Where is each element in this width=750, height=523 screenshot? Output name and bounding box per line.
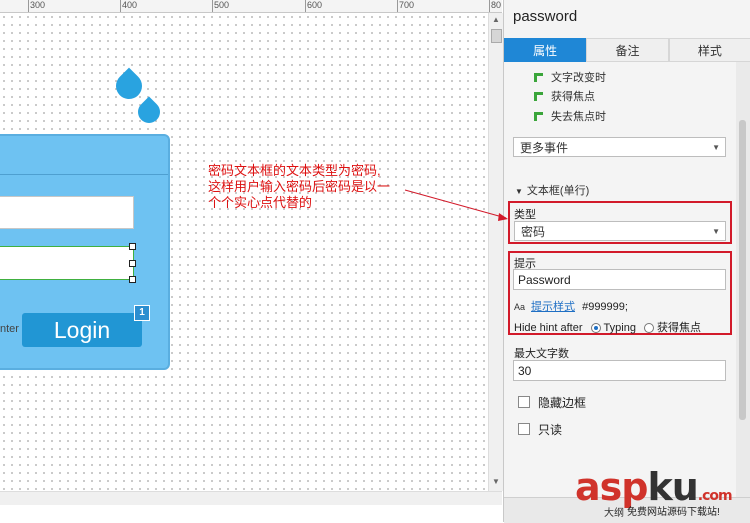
ruler-label: 500 bbox=[214, 0, 230, 10]
watermark-part: .com bbox=[697, 488, 733, 504]
event-label: 失去焦点时 bbox=[551, 111, 606, 123]
ruler-label: 400 bbox=[122, 0, 138, 10]
readonly-label: 只读 bbox=[538, 423, 563, 437]
tab-notes[interactable]: 备注 bbox=[586, 38, 669, 62]
hide-border-label: 隐藏边框 bbox=[538, 396, 587, 410]
ruler-tick bbox=[120, 0, 121, 12]
canvas-vertical-scrollbar[interactable]: ▲ ▼ bbox=[488, 13, 503, 491]
hint-color-value: #999999; bbox=[582, 301, 628, 313]
event-icon bbox=[534, 73, 543, 82]
hint-style-link[interactable]: 提示样式 bbox=[531, 301, 575, 313]
interaction-badge[interactable]: 1 bbox=[134, 305, 150, 321]
widget-name-title[interactable]: password bbox=[513, 8, 577, 25]
readonly-option[interactable]: 只读 bbox=[518, 421, 562, 438]
ruler-tick bbox=[28, 0, 29, 12]
type-select[interactable]: 密码 ▼ bbox=[514, 221, 726, 241]
annotation-line: 这样用户输入密码后密码是以一 bbox=[208, 179, 391, 194]
hint-input[interactable]: Password bbox=[513, 269, 726, 290]
ruler-tick bbox=[305, 0, 306, 12]
radio-typing-label: Typing bbox=[603, 322, 636, 334]
tab-style[interactable]: 样式 bbox=[668, 38, 750, 62]
username-textbox-widget[interactable] bbox=[0, 196, 134, 229]
event-icon bbox=[534, 112, 543, 121]
event-item-blur[interactable]: 失去焦点时 bbox=[534, 108, 606, 124]
hide-hint-label: Hide hint after bbox=[514, 322, 583, 334]
radio-focus-label: 获得焦点 bbox=[657, 322, 702, 334]
hint-style-row: Aa 提示样式 #999999; bbox=[514, 298, 628, 314]
hide-border-option[interactable]: 隐藏边框 bbox=[518, 394, 586, 411]
watermark-subtitle: 免费网站源码下载站! bbox=[627, 507, 720, 518]
divider bbox=[0, 174, 168, 175]
annotation-note: 密码文本框的文本类型为密码, 这样用户输入密码后密码是以一 个个实心点代替的 bbox=[208, 163, 428, 211]
panel-scrollbar[interactable] bbox=[736, 62, 750, 507]
radio-focus[interactable] bbox=[644, 323, 655, 333]
type-label: 类型 bbox=[514, 209, 536, 221]
panel-scroll-thumb[interactable] bbox=[739, 120, 746, 420]
resize-handle[interactable] bbox=[129, 276, 136, 283]
ruler-label: 300 bbox=[30, 0, 46, 10]
login-button-widget[interactable]: Login bbox=[22, 313, 142, 347]
ruler-label: 80 bbox=[491, 0, 502, 10]
scroll-down-icon[interactable]: ▼ bbox=[491, 477, 501, 487]
password-textbox-widget[interactable] bbox=[0, 246, 134, 280]
chevron-down-icon: ▼ bbox=[712, 143, 720, 152]
event-item-text-changed[interactable]: 文字改变时 bbox=[534, 69, 606, 85]
hide-border-checkbox[interactable] bbox=[518, 396, 530, 408]
water-drop-icon bbox=[133, 96, 165, 128]
canvas-horizontal-scrollbar[interactable] bbox=[0, 491, 502, 506]
ruler-label: 700 bbox=[399, 0, 415, 10]
max-length-input[interactable]: 30 bbox=[513, 360, 726, 381]
chevron-down-icon: ▼ bbox=[515, 187, 523, 196]
tab-properties[interactable]: 属性 bbox=[504, 38, 587, 62]
font-style-icon: Aa bbox=[514, 302, 526, 312]
hide-hint-row: Hide hint after Typing 获得焦点 bbox=[514, 319, 701, 335]
radio-typing[interactable] bbox=[590, 323, 601, 333]
event-label: 获得焦点 bbox=[551, 91, 595, 103]
annotation-line: 密码文本框的文本类型为密码, bbox=[208, 163, 381, 178]
event-label: 文字改变时 bbox=[551, 72, 606, 84]
chevron-down-icon: ▼ bbox=[712, 227, 720, 236]
water-drop-icon bbox=[110, 67, 148, 105]
panel-tabs: 属性 备注 样式 bbox=[504, 38, 750, 62]
properties-panel: password 属性 备注 样式 文字改变时 获得焦点 失去焦点时 更多事件 … bbox=[503, 0, 750, 523]
remember-label-fragment: nter bbox=[0, 323, 19, 335]
type-select-value: 密码 bbox=[521, 225, 546, 239]
scroll-thumb[interactable] bbox=[491, 29, 502, 43]
max-length-label: 最大文字数 bbox=[514, 348, 569, 360]
readonly-checkbox[interactable] bbox=[518, 423, 530, 435]
ruler-label: 600 bbox=[307, 0, 323, 10]
more-events-value: 更多事件 bbox=[520, 141, 569, 155]
ruler-tick bbox=[489, 0, 490, 12]
canvas-footer bbox=[0, 505, 502, 522]
ruler-tick bbox=[212, 0, 213, 12]
ruler-tick bbox=[397, 0, 398, 12]
resize-handle[interactable] bbox=[129, 243, 136, 250]
design-canvas[interactable]: nter Login 1 密码文本框的文本类型为密码, 这样用户输入密码后密码是… bbox=[0, 13, 488, 491]
scroll-up-icon[interactable]: ▲ bbox=[491, 15, 501, 25]
more-events-select[interactable]: 更多事件 ▼ bbox=[513, 137, 726, 157]
event-item-focus[interactable]: 获得焦点 bbox=[534, 88, 595, 104]
event-icon bbox=[534, 92, 543, 101]
annotation-line: 个个实心点代替的 bbox=[208, 195, 313, 210]
section-title-label: 文本框(单行) bbox=[526, 185, 590, 197]
resize-handle[interactable] bbox=[129, 260, 136, 267]
top-ruler: 300 400 500 600 700 80 bbox=[0, 0, 502, 13]
textbox-section-header[interactable]: ▼ 文本框(单行) bbox=[515, 182, 589, 198]
